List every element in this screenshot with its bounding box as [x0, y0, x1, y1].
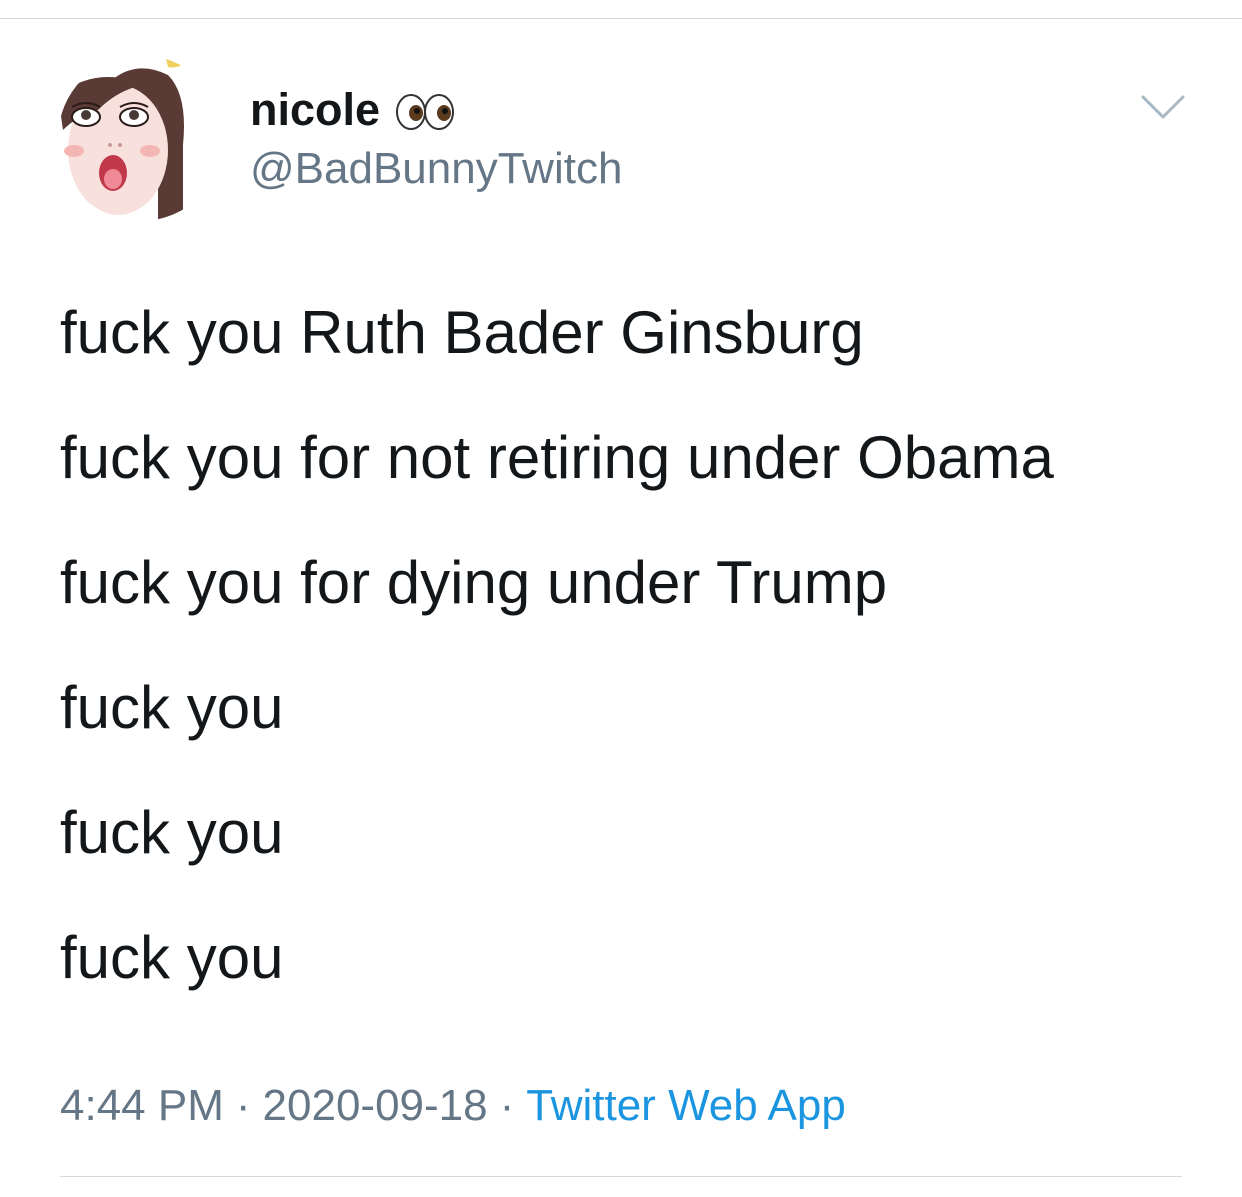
top-divider [0, 18, 1242, 19]
tweet-line: fuck you for dying under Trump [60, 549, 888, 616]
handle[interactable]: @BadBunnyTwitch [250, 143, 622, 195]
display-name[interactable]: nicole [250, 84, 456, 136]
bottom-divider [60, 1176, 1182, 1177]
tweet-source-link[interactable]: Twitter Web App [526, 1081, 846, 1130]
tweet-line: fuck you Ruth Bader Ginsburg [60, 299, 864, 366]
avatar-illustration [58, 55, 224, 221]
display-name-text[interactable]: nicole [250, 84, 380, 136]
separator: · [235, 1081, 251, 1130]
chevron-down-icon[interactable] [1140, 92, 1186, 122]
eyes-icon [396, 94, 455, 130]
tweet-line: fuck you [60, 924, 284, 991]
tweet-date[interactable]: 2020-09-18 [263, 1081, 488, 1130]
tweet-text: fuck you Ruth Bader Ginsburg fuck you fo… [60, 300, 1210, 1050]
tweet-metadata: 4:44 PM · 2020-09-18 · Twitter Web App [60, 1080, 846, 1132]
separator: · [499, 1081, 515, 1130]
tweet-line: fuck you [60, 674, 284, 741]
tweet-time[interactable]: 4:44 PM [60, 1081, 224, 1130]
tweet-line: fuck you [60, 799, 284, 866]
tweet-line: fuck you for not retiring under Obama [60, 424, 1054, 491]
avatar[interactable] [58, 55, 224, 221]
